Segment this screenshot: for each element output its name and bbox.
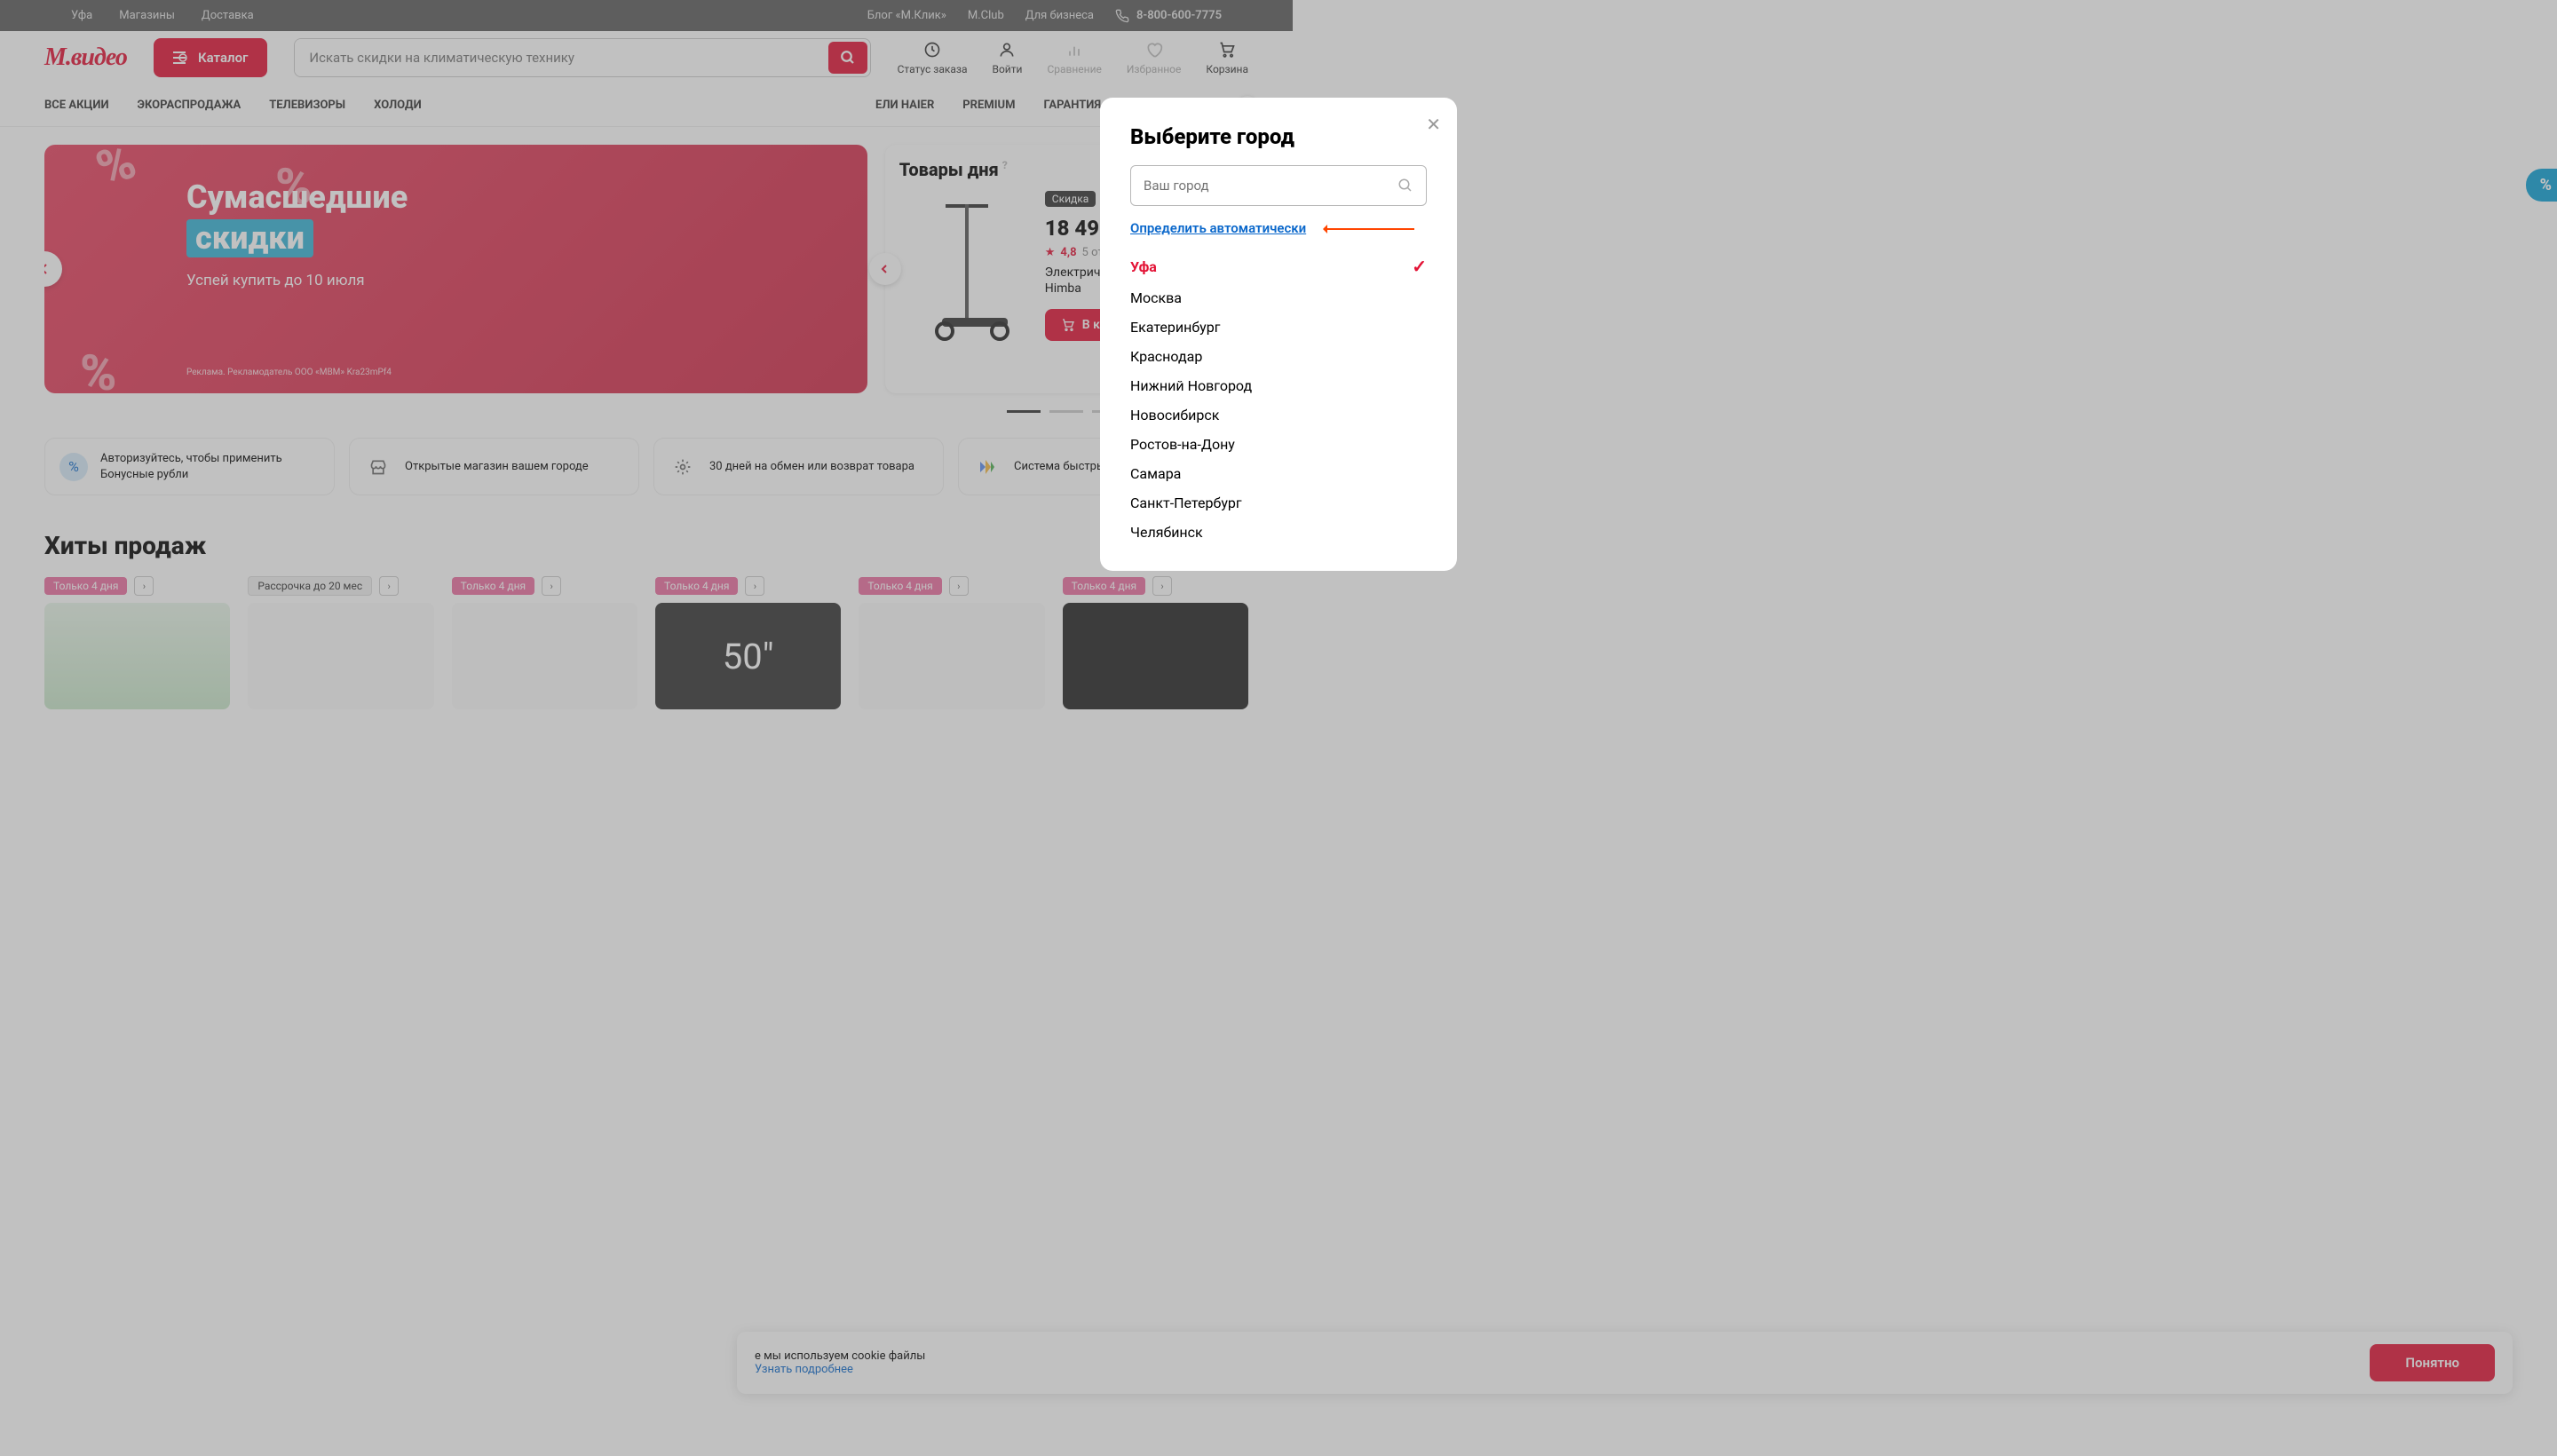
city-item[interactable]: Москва [1130,289,1427,306]
city-item[interactable]: Екатеринбург [1130,319,1427,336]
city-item[interactable]: Новосибирск [1130,407,1427,423]
city-item[interactable]: Краснодар [1130,348,1427,365]
close-icon[interactable]: ✕ [1426,114,1441,135]
city-item[interactable]: Челябинск [1130,524,1427,541]
city-item[interactable]: Санкт-Петербург [1130,495,1427,511]
search-icon [1397,178,1413,194]
city-item[interactable]: Самара [1130,465,1427,482]
city-item[interactable]: Ростов-на-Дону [1130,436,1427,453]
city-modal: ✕ Выберите город Определить автоматическ… [1100,98,1457,571]
city-item[interactable]: Уфа ✓ [1130,256,1427,277]
check-icon: ✓ [1412,256,1427,277]
city-item[interactable]: Нижний Новгород [1130,377,1427,394]
annotation-arrow [1326,228,1414,230]
city-list: Уфа ✓ Москва Екатеринбург Краснодар Нижн… [1130,256,1427,541]
auto-detect-link[interactable]: Определить автоматически [1130,220,1306,236]
modal-title: Выберите город [1130,124,1427,149]
city-search-input[interactable] [1144,178,1397,194]
city-search-box [1130,165,1427,206]
